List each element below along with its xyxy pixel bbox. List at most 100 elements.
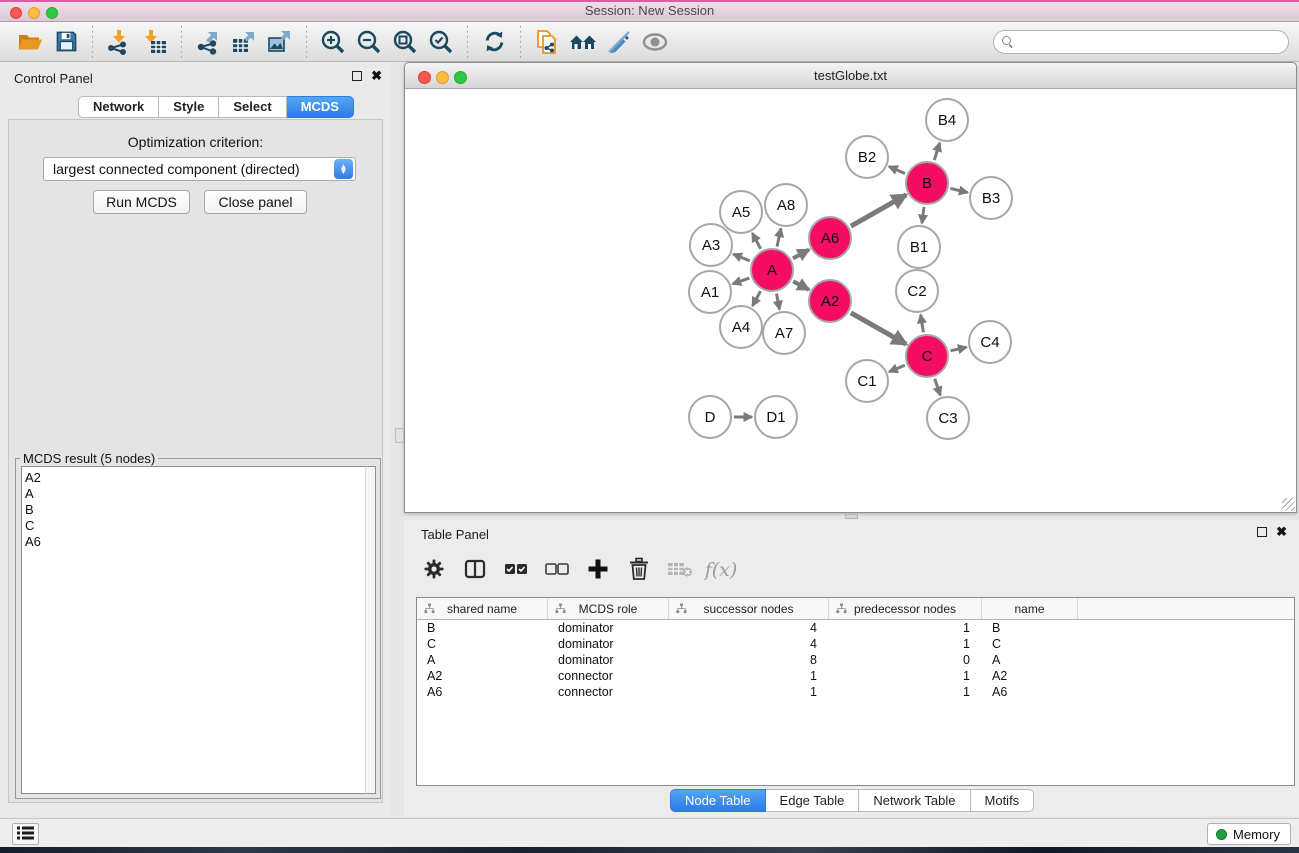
tab-node-table[interactable]: Node Table	[670, 789, 766, 812]
task-history-button[interactable]	[12, 823, 39, 845]
edge-A-A3[interactable]	[733, 254, 750, 261]
minimize-window-button[interactable]	[28, 7, 40, 19]
toggle-columns-button[interactable]	[461, 556, 489, 584]
function-builder-button[interactable]: f(x)	[707, 556, 735, 584]
edge-A2-C[interactable]	[851, 313, 906, 344]
table-header-row[interactable]: shared nameMCDS rolesuccessor nodesprede…	[417, 598, 1294, 620]
edge-C-C1[interactable]	[889, 365, 905, 372]
export-table-button[interactable]	[226, 26, 262, 58]
table-cell[interactable]: A6	[417, 684, 548, 700]
save-session-button[interactable]	[48, 26, 84, 58]
new-network-from-selection-button[interactable]	[529, 26, 565, 58]
graph-node-A8[interactable]: A8	[765, 184, 807, 226]
edge-B-B1[interactable]	[922, 207, 924, 223]
zoom-selected-button[interactable]	[423, 26, 459, 58]
close-panel-icon[interactable]: ✖	[1276, 527, 1287, 537]
edge-B-B3[interactable]	[950, 188, 967, 192]
edge-B-B4[interactable]	[934, 143, 939, 160]
graph-node-A3[interactable]: A3	[690, 224, 732, 266]
table-cell[interactable]: 1	[829, 620, 982, 636]
graph-node-A6[interactable]: A6	[809, 217, 851, 259]
table-cell[interactable]: 0	[829, 652, 982, 668]
graph-node-B[interactable]: B	[906, 162, 948, 204]
zoom-in-button[interactable]	[315, 26, 351, 58]
vertical-divider-thumb[interactable]	[395, 428, 404, 443]
result-item[interactable]: B	[25, 502, 365, 518]
refresh-button[interactable]	[476, 26, 512, 58]
table-cell[interactable]: A	[982, 652, 1078, 668]
zoom-out-button[interactable]	[351, 26, 387, 58]
edge-A-A6[interactable]	[793, 250, 809, 259]
tab-edge-table[interactable]: Edge Table	[766, 789, 860, 812]
graph-node-B2[interactable]: B2	[846, 136, 888, 178]
edge-A-A8[interactable]	[777, 228, 781, 246]
edge-C-C4[interactable]	[950, 347, 966, 351]
tab-network[interactable]: Network	[78, 96, 159, 118]
column-header-shared-name[interactable]: shared name	[417, 598, 548, 619]
table-cell[interactable]: 1	[829, 636, 982, 652]
table-cell[interactable]: C	[417, 636, 548, 652]
table-cell[interactable]: A	[417, 652, 548, 668]
close-panel-icon[interactable]: ✖	[371, 71, 382, 81]
table-cell[interactable]: 4	[669, 636, 829, 652]
edge-A-A4[interactable]	[752, 291, 760, 306]
network-canvas[interactable]: B4B2BB3A8A5A6A3B1AC2A1A2A4A7C4CC1DD1C3	[405, 89, 1296, 512]
zoom-window-button[interactable]	[46, 7, 58, 19]
table-cell[interactable]: 1	[669, 668, 829, 684]
network-minimize-button[interactable]	[436, 71, 449, 84]
edge-B-B2[interactable]	[889, 167, 905, 174]
home-button[interactable]	[565, 26, 601, 58]
hide-annotations-button[interactable]	[601, 26, 637, 58]
table-row[interactable]: Adominator80A	[417, 652, 1294, 668]
tab-mcds[interactable]: MCDS	[287, 96, 354, 118]
close-window-button[interactable]	[10, 7, 22, 19]
table-row[interactable]: A6connector11A6	[417, 684, 1294, 700]
graph-node-D1[interactable]: D1	[755, 396, 797, 438]
tab-motifs[interactable]: Motifs	[971, 789, 1035, 812]
table-cell[interactable]: B	[417, 620, 548, 636]
edge-C-C3[interactable]	[935, 379, 941, 396]
graph-node-C2[interactable]: C2	[896, 270, 938, 312]
search-input[interactable]	[1018, 32, 1288, 52]
table-settings-button[interactable]	[420, 556, 448, 584]
result-item[interactable]: A2	[25, 470, 365, 486]
result-scrollbar[interactable]	[365, 466, 376, 794]
memory-button[interactable]: Memory	[1207, 823, 1291, 845]
mcds-result-list[interactable]: A2ABCA6	[21, 466, 365, 794]
graph-node-A1[interactable]: A1	[689, 271, 731, 313]
table-cell[interactable]: 4	[669, 620, 829, 636]
horizontal-divider-thumb[interactable]	[845, 514, 858, 519]
graph-node-C4[interactable]: C4	[969, 321, 1011, 363]
delete-button[interactable]	[625, 556, 653, 584]
table-row[interactable]: Bdominator41B	[417, 620, 1294, 636]
import-table-button[interactable]	[137, 26, 173, 58]
zoom-fit-button[interactable]	[387, 26, 423, 58]
edge-A-A5[interactable]	[752, 233, 760, 249]
table-cell[interactable]: 1	[669, 684, 829, 700]
graph-node-C3[interactable]: C3	[927, 397, 969, 439]
edge-A-A7[interactable]	[776, 294, 779, 310]
graph-node-B3[interactable]: B3	[970, 177, 1012, 219]
run-mcds-button[interactable]: Run MCDS	[93, 190, 190, 214]
float-panel-icon[interactable]	[352, 71, 362, 81]
resize-grip[interactable]	[1282, 498, 1295, 511]
graph-node-A7[interactable]: A7	[763, 312, 805, 354]
graph-node-C[interactable]: C	[906, 335, 948, 377]
float-panel-icon[interactable]	[1257, 527, 1267, 537]
criterion-select[interactable]: largest connected component (directed) ▲…	[43, 157, 356, 181]
unselect-all-columns-button[interactable]	[543, 556, 571, 584]
column-header-predecessor-nodes[interactable]: predecessor nodes	[829, 598, 982, 619]
result-item[interactable]: A	[25, 486, 365, 502]
table-cell[interactable]: C	[982, 636, 1078, 652]
tab-style[interactable]: Style	[159, 96, 219, 118]
open-session-button[interactable]	[12, 26, 48, 58]
import-network-button[interactable]	[101, 26, 137, 58]
edge-C-C2[interactable]	[921, 315, 924, 333]
graph-node-A4[interactable]: A4	[720, 306, 762, 348]
network-zoom-button[interactable]	[454, 71, 467, 84]
export-network-button[interactable]	[190, 26, 226, 58]
tab-select[interactable]: Select	[219, 96, 286, 118]
network-close-button[interactable]	[418, 71, 431, 84]
table-cell[interactable]: 1	[829, 684, 982, 700]
column-header-MCDS-role[interactable]: MCDS role	[548, 598, 669, 619]
